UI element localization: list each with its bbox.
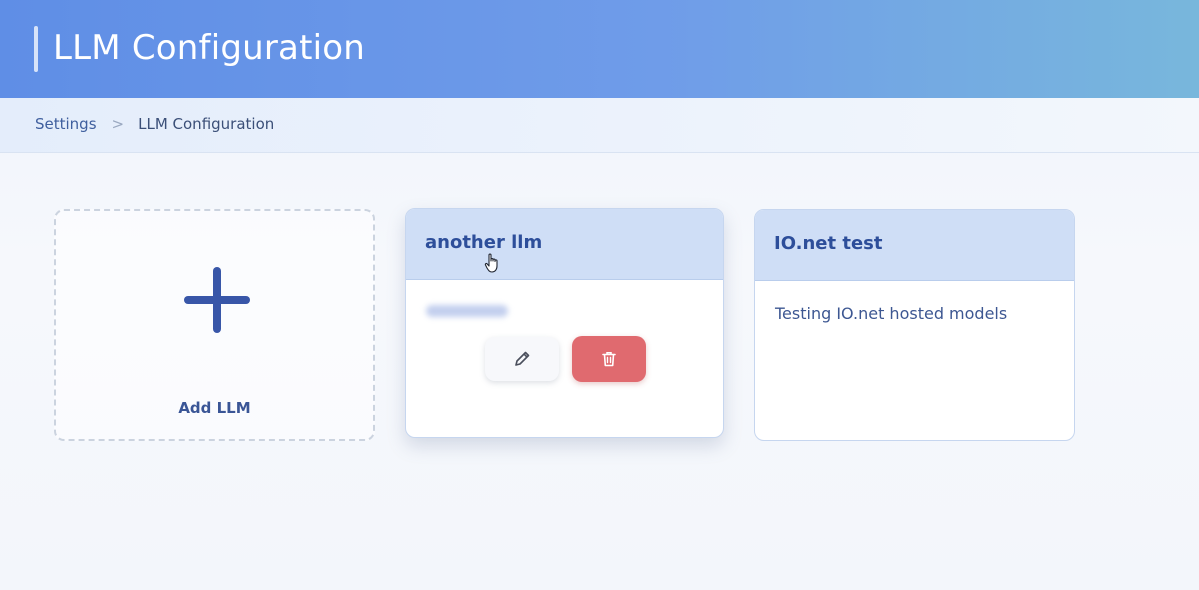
edit-llm-button[interactable] xyxy=(485,337,559,381)
breadcrumb-bar: Settings > LLM Configuration xyxy=(0,98,1199,153)
breadcrumb-settings-link[interactable]: Settings xyxy=(35,114,97,134)
breadcrumb: Settings > LLM Configuration xyxy=(35,114,274,134)
pencil-icon xyxy=(515,351,530,366)
llm-card-header: IO.net test xyxy=(755,210,1074,281)
plus-icon xyxy=(184,267,250,333)
llm-card-another-llm[interactable]: another llm xyxy=(405,208,724,438)
llm-card-header: another llm xyxy=(406,209,723,280)
breadcrumb-current: LLM Configuration xyxy=(138,115,275,133)
delete-llm-button[interactable] xyxy=(572,336,646,382)
add-llm-label: Add LLM xyxy=(178,399,251,417)
breadcrumb-separator: > xyxy=(111,115,125,133)
header-accent-bar xyxy=(34,26,38,72)
page-header: LLM Configuration xyxy=(0,0,1199,98)
page-title: LLM Configuration xyxy=(53,28,366,68)
llm-card-title: IO.net test xyxy=(774,233,883,254)
trash-icon xyxy=(602,352,616,367)
hand-cursor-icon xyxy=(484,253,498,273)
llm-card-description-blurred xyxy=(426,305,508,317)
llm-card-description: Testing IO.net hosted models xyxy=(775,304,1008,323)
llm-card-title: another llm xyxy=(425,232,543,253)
llm-card-io-net-test[interactable]: IO.net test Testing IO.net hosted models xyxy=(754,209,1075,441)
add-llm-card[interactable]: Add LLM xyxy=(54,209,375,441)
